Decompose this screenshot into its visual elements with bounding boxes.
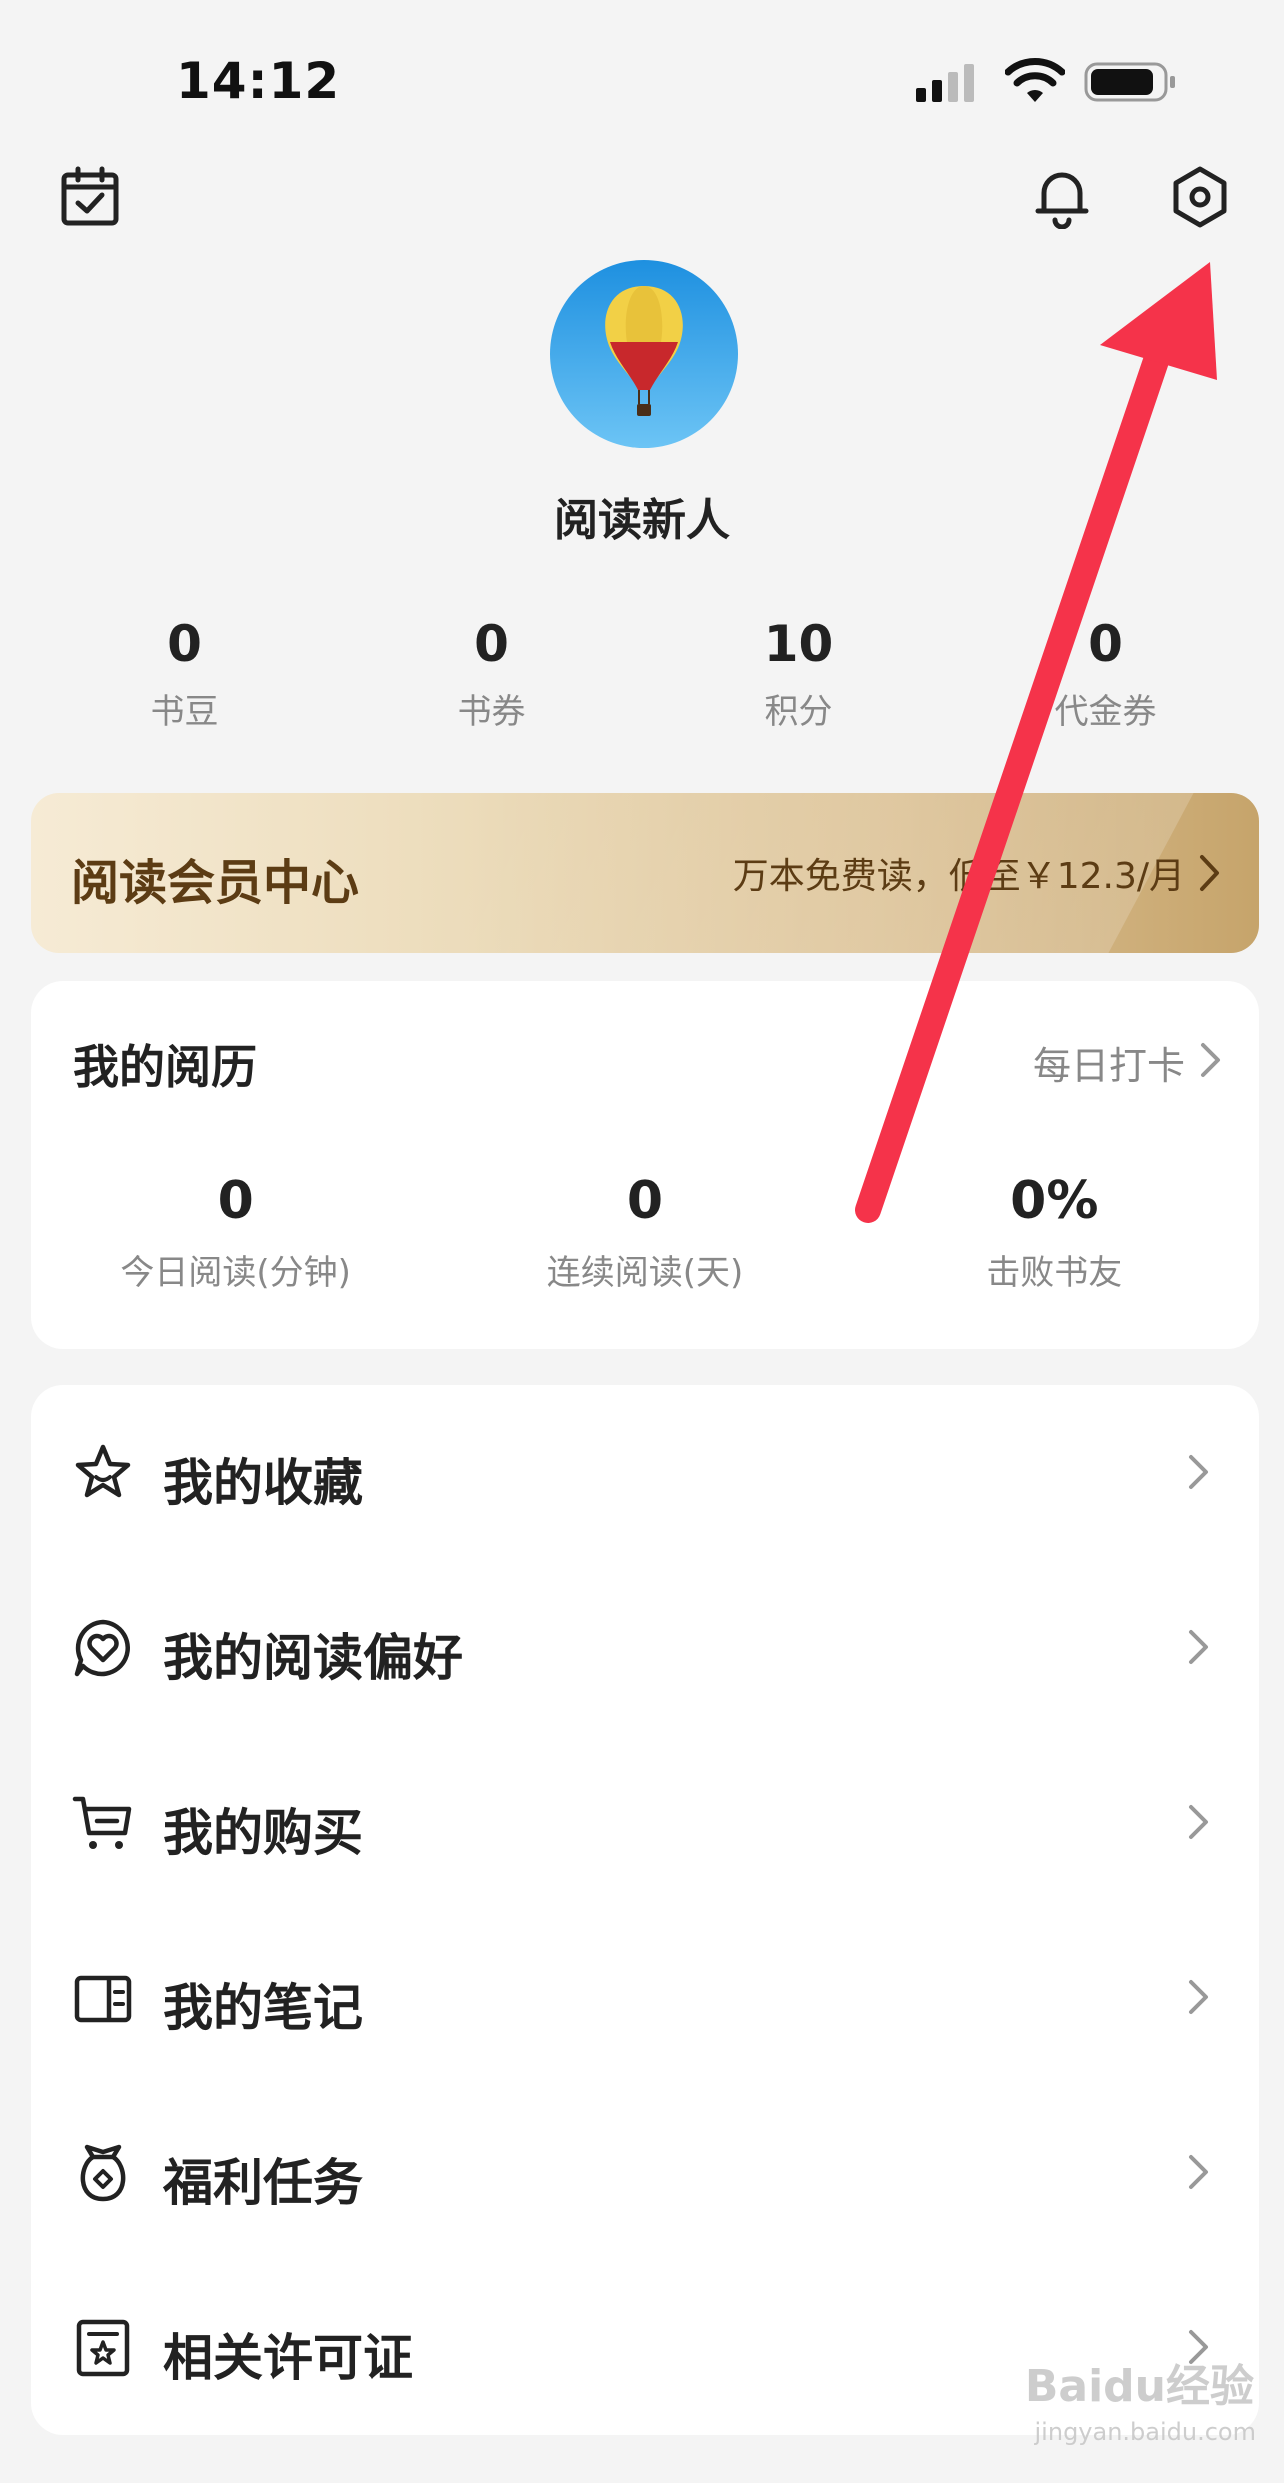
- stat-label: 代金券: [1054, 692, 1157, 732]
- chevron-right-icon: [1189, 1630, 1208, 1664]
- watermark-url: jingyan.baidu.com: [1034, 2418, 1256, 2446]
- stat-beat-readers[interactable]: 0% 击败书友: [850, 1171, 1259, 1294]
- watermark-logo: Baidu经验: [1024, 2361, 1254, 2412]
- stat-today-reading[interactable]: 0 今日阅读(分钟): [31, 1171, 440, 1294]
- chevron-right-icon: [1200, 855, 1219, 891]
- stat-value: 0: [1088, 615, 1123, 673]
- chevron-right-icon: [1189, 1805, 1208, 1839]
- stat-label: 积分: [764, 692, 833, 732]
- avatar[interactable]: [550, 260, 738, 448]
- stat-value: 10: [763, 615, 834, 673]
- vip-member-banner[interactable]: 阅读会员中心 万本免费读，低至￥12.3/月: [31, 793, 1259, 953]
- menu-item-notes[interactable]: 我的笔记: [31, 1910, 1259, 2085]
- stat-streak-days[interactable]: 0 连续阅读(天): [440, 1171, 849, 1294]
- menu-item-reading-preferences[interactable]: 我的阅读偏好: [31, 1560, 1259, 1735]
- menu-item-purchases[interactable]: 我的购买: [31, 1735, 1259, 1910]
- gift-bag-icon: [80, 2144, 126, 2202]
- stat-book-coupons[interactable]: 0 书券: [338, 612, 645, 742]
- stat-label: 书券: [457, 692, 526, 732]
- stat-label: 击败书友: [986, 1253, 1123, 1293]
- chevron-right-icon[interactable]: [1199, 1039, 1223, 1081]
- notebook-icon: [74, 1975, 132, 2023]
- stat-label: 连续阅读(天): [546, 1253, 744, 1293]
- username[interactable]: 阅读新人: [0, 484, 1284, 548]
- chevron-right-icon: [1189, 1455, 1208, 1489]
- vip-title: 阅读会员中心: [71, 855, 360, 911]
- menu-label: 我的购买: [163, 1804, 363, 1862]
- stat-value: 0: [217, 1171, 254, 1231]
- menu-item-favorites[interactable]: 我的收藏: [31, 1385, 1259, 1560]
- daily-checkin-link[interactable]: 每日打卡: [1033, 1035, 1185, 1090]
- menu-label: 福利任务: [163, 2154, 363, 2212]
- stat-label: 书豆: [150, 692, 219, 732]
- menu-list: 我的收藏 我的阅读偏好 我的购买 我的笔记 福利任务 相关许可证: [31, 1385, 1259, 2435]
- chevron-right-icon: [1189, 1980, 1208, 2014]
- status-time: 14:12: [176, 52, 341, 110]
- vip-description: 万本免费读，低至￥12.3/月: [732, 856, 1185, 897]
- battery-icon: [1084, 62, 1175, 102]
- reading-history-card: 我的阅历 每日打卡 0 今日阅读(分钟) 0 连续阅读(天) 0% 击败书友: [31, 981, 1259, 1349]
- hot-air-balloon-icon: [550, 260, 738, 448]
- history-stats: 0 今日阅读(分钟) 0 连续阅读(天) 0% 击败书友: [31, 1171, 1259, 1294]
- cellular-signal-icon: [916, 64, 974, 102]
- stat-points[interactable]: 10 积分: [645, 612, 952, 742]
- bell-icon[interactable]: [1030, 165, 1094, 229]
- calendar-checkin-icon[interactable]: [58, 165, 122, 229]
- stat-value: 0: [626, 1171, 664, 1231]
- stat-label: 今日阅读(分钟): [120, 1253, 351, 1293]
- menu-label: 相关许可证: [163, 2329, 413, 2387]
- menu-item-welfare-tasks[interactable]: 福利任务: [31, 2085, 1259, 2260]
- account-stats: 0 书豆 0 书券 10 积分 0 代金券: [31, 612, 1259, 742]
- settings-icon[interactable]: [1168, 165, 1232, 229]
- history-title: 我的阅历: [73, 1040, 257, 1094]
- menu-label: 我的收藏: [163, 1454, 363, 1512]
- menu-label: 我的阅读偏好: [163, 1629, 463, 1687]
- stat-value: 0: [474, 615, 509, 673]
- stat-value: 0%: [1010, 1171, 1099, 1231]
- menu-label: 我的笔记: [163, 1979, 363, 2037]
- license-icon: [76, 2319, 130, 2377]
- star-icon: [75, 1444, 131, 1498]
- stat-vouchers[interactable]: 0 代金券: [952, 612, 1259, 742]
- wifi-icon: [1005, 58, 1065, 102]
- cart-icon: [72, 1796, 132, 1849]
- chevron-right-icon: [1189, 2155, 1208, 2189]
- heart-chat-icon: [74, 1619, 130, 1677]
- stat-book-beans[interactable]: 0 书豆: [31, 612, 338, 742]
- stat-value: 0: [167, 615, 202, 673]
